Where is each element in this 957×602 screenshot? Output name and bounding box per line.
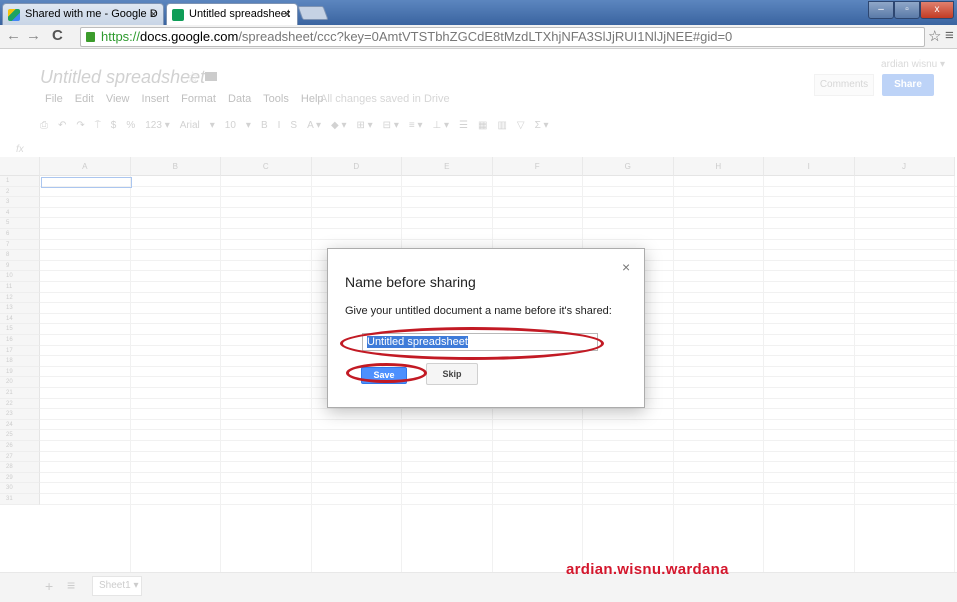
close-tab-icon[interactable]: ×	[150, 7, 157, 21]
close-icon[interactable]: ×	[622, 259, 630, 275]
tab-label: Shared with me - Google D	[25, 8, 158, 20]
close-window-button[interactable]: x	[920, 1, 954, 19]
url-host: docs.google.com	[140, 29, 239, 44]
tab-strip: Shared with me - Google D × Untitled spr…	[0, 0, 957, 25]
minimize-button[interactable]: –	[868, 1, 894, 19]
skip-button[interactable]: Skip	[426, 363, 478, 385]
lock-icon	[86, 32, 95, 42]
annotation-circle-save-button	[346, 363, 427, 383]
browser-menu-icon[interactable]: ≡	[945, 27, 954, 44]
drive-icon	[8, 9, 20, 21]
url-path: /spreadsheet/ccc?key=0AmtVTSTbhZGCdE8tMz…	[238, 29, 733, 44]
close-tab-icon[interactable]: ×	[284, 7, 291, 21]
maximize-button[interactable]: ▫	[894, 1, 920, 19]
annotation-circle-name-field	[340, 327, 604, 360]
url-scheme: https://	[101, 29, 141, 44]
new-tab-button[interactable]	[297, 6, 329, 20]
back-icon[interactable]: ←	[6, 27, 21, 44]
tab-label: Untitled spreadsheet	[189, 8, 290, 20]
dialog-message: Give your untitled document a name befor…	[345, 305, 612, 317]
tab-untitled-spreadsheet[interactable]: Untitled spreadsheet ×	[166, 3, 298, 25]
sheets-icon	[172, 9, 184, 21]
watermark-text: ardian.wisnu.wardana	[566, 561, 729, 578]
bookmark-star-icon[interactable]: ☆	[928, 27, 941, 45]
forward-icon[interactable]: →	[26, 27, 41, 44]
browser-toolbar: ← → C https://docs.google.com/spreadshee…	[0, 25, 957, 49]
dialog-title: Name before sharing	[345, 274, 476, 290]
reload-icon[interactable]: C	[52, 27, 63, 44]
tab-shared-with-me[interactable]: Shared with me - Google D ×	[2, 3, 164, 25]
browser-window: Shared with me - Google D × Untitled spr…	[0, 0, 957, 602]
address-bar[interactable]: https://docs.google.com/spreadsheet/ccc?…	[80, 27, 925, 47]
